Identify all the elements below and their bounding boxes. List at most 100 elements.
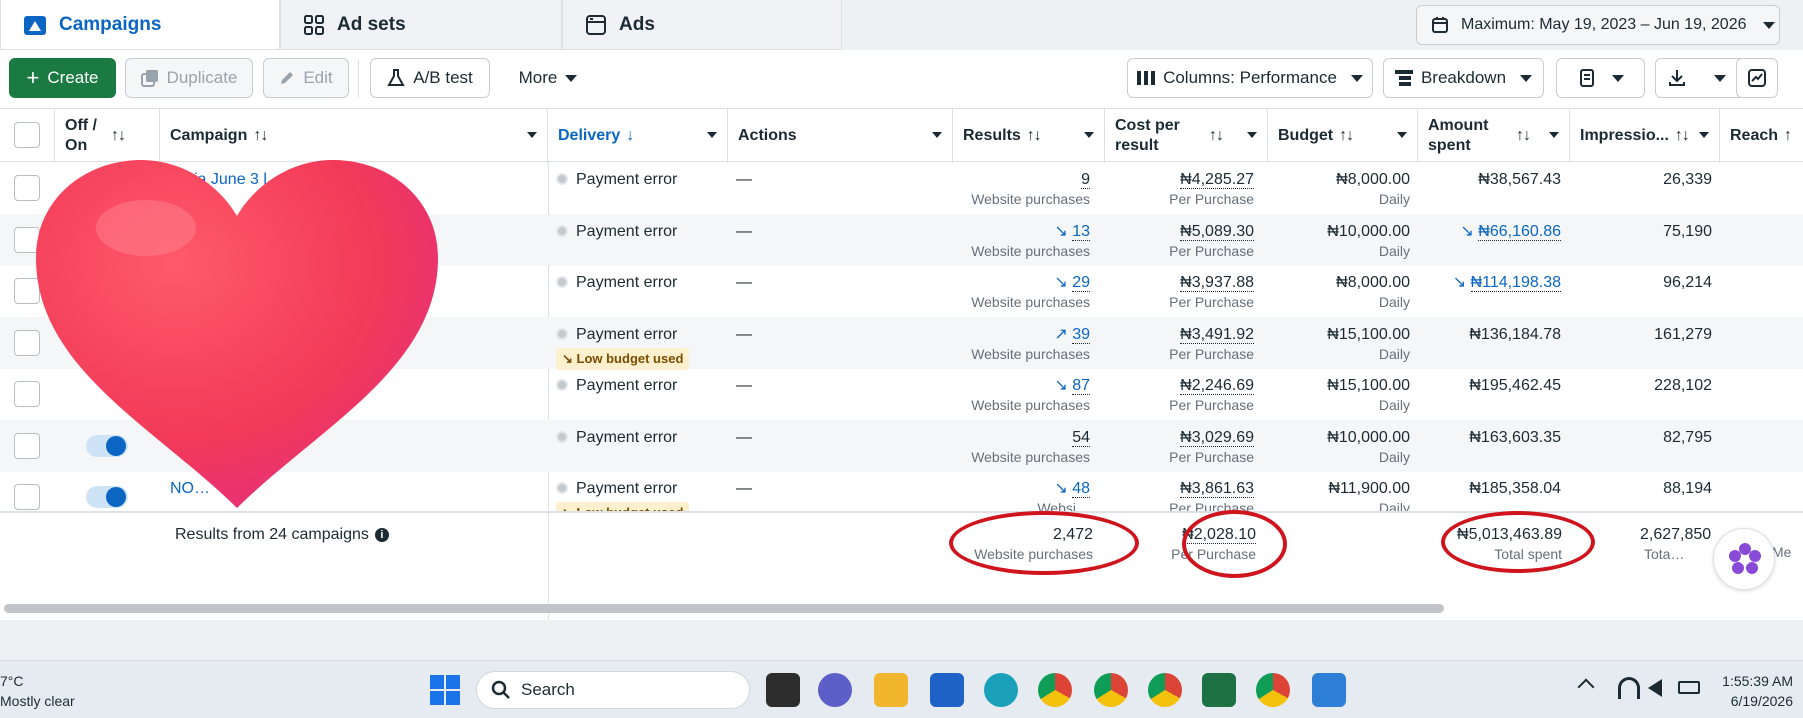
cost-cell: ₦3,937.88 Per Purchase (1105, 273, 1254, 311)
taskbar-search[interactable]: Search (476, 671, 750, 709)
chevron-down-icon (707, 132, 717, 138)
ab-test-button[interactable]: A/B test (370, 58, 490, 98)
results-sub: Website purchases (971, 448, 1090, 465)
trend-icon: ↘ (1460, 222, 1479, 240)
actions-value: — (736, 428, 752, 446)
teams-icon[interactable] (818, 673, 852, 707)
results-value[interactable]: 48 (1072, 480, 1090, 498)
info-icon[interactable]: i (374, 528, 389, 542)
header-reach[interactable]: Reach ↑ (1720, 109, 1803, 163)
results-value[interactable]: 13 (1072, 222, 1090, 241)
chevron-down-icon (932, 132, 942, 138)
breakdown-button[interactable]: Breakdown (1383, 58, 1544, 98)
tab-campaigns-label: Campaigns (59, 13, 162, 35)
windows-start-icon[interactable] (430, 675, 460, 705)
excel-icon[interactable] (1202, 673, 1236, 707)
chrome-profile-icon[interactable] (1256, 673, 1290, 707)
volume-icon[interactable] (1648, 679, 1662, 697)
cost-sub: Per Purchase (1169, 345, 1254, 362)
header-campaign-label: Campaign (170, 127, 248, 144)
duplicate-label: Duplicate (166, 68, 238, 87)
actions-value: — (736, 222, 752, 240)
impressions-value: 82,795 (1663, 428, 1712, 446)
status-dot-icon (556, 379, 568, 391)
tab-campaigns[interactable]: Campaigns (0, 0, 280, 50)
columns-button[interactable]: Columns: Performance (1127, 58, 1373, 98)
budget-cell: ₦15,100.00 Daily (1268, 325, 1410, 363)
date-range-picker[interactable]: Maximum: May 19, 2023 – Jun 19, 2026 (1416, 5, 1780, 45)
budget-sub: Daily (1378, 448, 1410, 465)
chrome-profile-icon[interactable] (1148, 673, 1182, 707)
header-budget[interactable]: Budget ↑↓ (1268, 109, 1418, 163)
header-off-on[interactable]: Off / On ↑↓ (55, 109, 160, 163)
photos-icon[interactable] (1312, 673, 1346, 707)
flower-icon (1729, 543, 1761, 574)
annotation-circle-spent (1441, 511, 1595, 573)
tab-ads-label: Ads (619, 13, 655, 35)
impressions-value: 228,102 (1654, 377, 1712, 394)
chevron-down-icon (1699, 132, 1709, 138)
cost-sub: Per Purchase (1169, 191, 1254, 207)
status-dot-icon (556, 430, 568, 443)
select-all-checkbox[interactable] (14, 122, 40, 148)
spent-value[interactable]: ₦66,160.86 (1478, 222, 1561, 241)
impressions-value: 26,339 (1663, 171, 1712, 188)
table-header: Off / On ↑↓ Campaign ↑↓ Delivery ↓ Actio… (0, 108, 1803, 163)
budget-sub: Daily (1378, 294, 1410, 310)
chevron-down-icon (1350, 74, 1363, 82)
file-explorer-icon[interactable] (874, 673, 908, 707)
sort-icon: ↑↓ (1674, 127, 1690, 144)
results-value: 9 (1081, 171, 1090, 189)
edit-button[interactable]: Edit (263, 58, 349, 98)
horizontal-scrollbar[interactable] (4, 604, 1444, 613)
wifi-icon[interactable] (1618, 677, 1640, 699)
results-value[interactable]: 39 (1072, 325, 1090, 344)
header-cost-per-result[interactable]: Cost per result ↑↓ (1105, 109, 1268, 163)
reports-button[interactable] (1556, 58, 1645, 98)
chevron-down-icon (527, 132, 537, 138)
chevron-up-icon[interactable] (1577, 678, 1595, 696)
taskbar-clock[interactable]: 1:55:39 AM 6/19/2026 (1722, 671, 1793, 711)
task-view-icon[interactable] (766, 673, 800, 707)
spent-value: ₦185,358.04 (1469, 480, 1561, 497)
results-value[interactable]: 29 (1072, 274, 1090, 292)
help-assistant-button[interactable] (1713, 528, 1775, 590)
cost-sub: Per Purchase (1169, 397, 1254, 413)
header-results[interactable]: Results ↑↓ (953, 109, 1105, 163)
header-off-on-label: Off / On (65, 117, 97, 154)
tab-ads[interactable]: Ads (562, 0, 842, 50)
edge-icon[interactable] (984, 673, 1018, 707)
tab-ad-sets[interactable]: Ad sets (280, 0, 562, 50)
duplicate-button[interactable]: Duplicate (125, 58, 253, 98)
create-button[interactable]: + Create (9, 58, 116, 98)
more-label: More (518, 68, 558, 87)
flask-icon (387, 69, 405, 86)
breakdown-label: Breakdown (1420, 68, 1507, 87)
chrome-icon[interactable] (1038, 673, 1072, 707)
chrome-profile-icon[interactable] (1094, 673, 1128, 707)
spent-value[interactable]: ₦114,198.38 (1470, 274, 1561, 292)
header-impressions[interactable]: Impressio... ↑↓ (1570, 109, 1720, 163)
sort-icon: ↑↓ (253, 127, 268, 144)
heart-sticker (36, 160, 438, 508)
chart-panel-button[interactable] (1736, 58, 1778, 98)
header-campaign[interactable]: Campaign ↑↓ (160, 109, 548, 163)
header-delivery[interactable]: Delivery ↓ (548, 109, 728, 163)
delivery-status: Payment error (556, 376, 677, 396)
budget-cell: ₦10,000.00 Daily (1268, 428, 1410, 466)
sort-descending-icon: ↓ (626, 127, 634, 144)
pencil-icon (281, 72, 294, 84)
delivery-status-text: Payment error (576, 428, 678, 446)
store-icon[interactable] (930, 673, 964, 707)
budget-value: ₦8,000.00 (1336, 274, 1410, 291)
spent-cell: ↘ ₦66,160.86 (1418, 222, 1561, 242)
trend-chart-icon (1748, 69, 1766, 87)
results-value[interactable]: 87 (1072, 377, 1090, 395)
more-button[interactable]: More (505, 58, 591, 98)
delivery-status: Payment error ↘ Low budget used (556, 325, 690, 370)
header-actions[interactable]: Actions (728, 109, 953, 163)
impressions-value: 88,194 (1663, 480, 1712, 497)
battery-icon[interactable] (1678, 681, 1700, 694)
header-amount-spent[interactable]: Amount spent ↑↓ (1418, 109, 1570, 163)
weather-widget[interactable]: 7°C Mostly clear (0, 671, 75, 711)
